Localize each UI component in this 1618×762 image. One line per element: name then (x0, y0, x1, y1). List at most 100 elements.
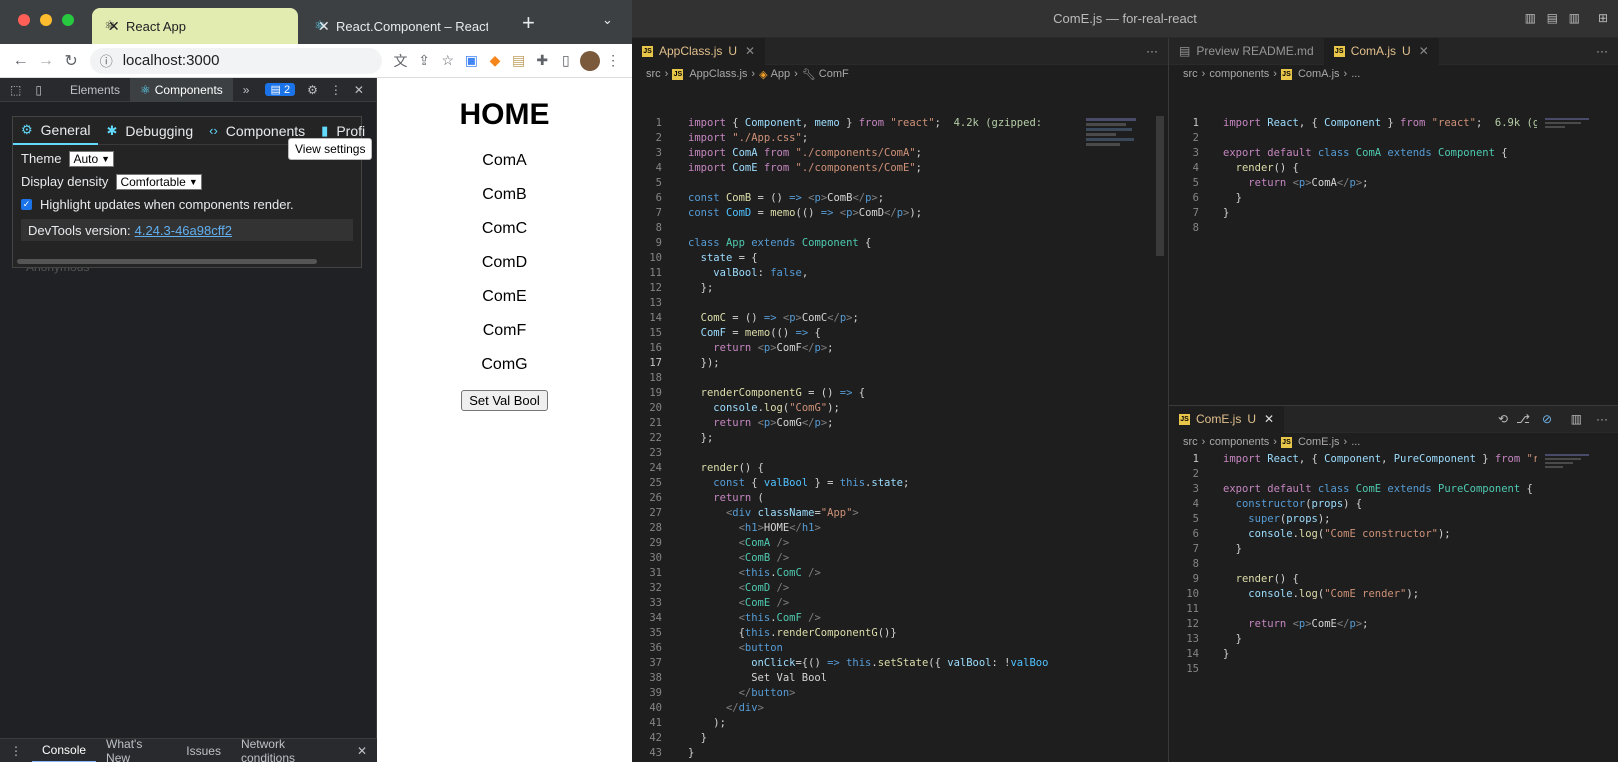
drawer-tab-console[interactable]: Console (32, 739, 97, 762)
info-icon[interactable]: ⓘ (100, 51, 113, 70)
editor-more-icon[interactable]: ··· (1146, 44, 1158, 58)
tab-preview-readme[interactable]: ▤ Preview README.md (1169, 38, 1324, 65)
back-icon[interactable]: ← (8, 47, 33, 75)
layout-panel-icon[interactable]: ▤ (1547, 11, 1558, 25)
close-devtools-icon[interactable]: ✕ (348, 78, 370, 102)
tab-elements[interactable]: Elements (60, 78, 130, 102)
devtools-menu-icon[interactable]: ⋮ (324, 78, 348, 102)
com-e-text: ComE (482, 288, 527, 305)
gear-icon[interactable]: ⚙ (301, 78, 324, 102)
device-toggle-icon[interactable]: ▯ (31, 78, 46, 102)
share-icon[interactable]: ⇪ (413, 49, 435, 73)
drawer-tab-whats-new[interactable]: What's New (96, 737, 176, 762)
tab-components-label: Components (154, 82, 223, 97)
bookmark-star-icon[interactable]: ☆ (437, 49, 459, 73)
close-tab-icon[interactable]: ✕ (1419, 44, 1429, 58)
breadcrumb-src[interactable]: src (646, 68, 661, 80)
layout-customize-icon[interactable]: ⊞ (1598, 11, 1608, 25)
horizontal-scrollbar[interactable] (17, 259, 317, 264)
breadcrumb-more[interactable]: ... (1351, 68, 1360, 80)
minimap-right-bottom[interactable] (1543, 452, 1603, 482)
extensions-puzzle-icon[interactable]: ✚ (531, 49, 553, 73)
chart-icon: ▮ (321, 122, 329, 138)
close-tab-icon[interactable]: ✕ (318, 18, 330, 35)
breadcrumb-folder[interactable]: components (1209, 68, 1269, 80)
editor-more-icon[interactable]: ··· (1596, 412, 1608, 426)
com-f-text: ComF (482, 322, 527, 339)
set-val-bool-button[interactable]: Set Val Bool (461, 390, 548, 411)
extension-metamask-icon[interactable]: ◆ (484, 49, 506, 73)
maximize-window-button[interactable] (62, 14, 74, 26)
highlight-checkbox[interactable]: ✓ (21, 199, 32, 210)
tab-search-icon[interactable]: ⌄ (602, 12, 613, 28)
extension-clipboard-icon[interactable]: ▤ (508, 49, 530, 73)
breadcrumb-file[interactable]: ComE.js (1298, 436, 1340, 448)
breadcrumb-src[interactable]: src (1183, 68, 1198, 80)
tab-react-component[interactable]: ⚛ React.Component – React ✕ (302, 8, 498, 44)
close-tab-icon[interactable]: ✕ (108, 18, 120, 35)
menu-kebab-icon[interactable]: ⋮ (602, 49, 624, 73)
layout-secondary-icon[interactable]: ▥ (1569, 11, 1580, 25)
js-file-icon: JS (1179, 413, 1190, 425)
extension-translate-icon[interactable]: ▣ (461, 49, 483, 73)
gear-icon: ⚙ (21, 121, 33, 137)
scrollbar-left[interactable] (1156, 116, 1164, 256)
window-title: ComE.js — for-real-react (1053, 11, 1197, 26)
address-bar[interactable]: ⓘ localhost:3000 (89, 47, 382, 74)
search-icon[interactable]: ⊘ (1542, 412, 1552, 426)
tab-appclass[interactable]: JS AppClass.js U ✕ (632, 37, 766, 65)
code-editor-coma[interactable]: 12345678 import React, { Component } fro… (1169, 116, 1539, 396)
close-tab-icon[interactable]: ✕ (1264, 412, 1274, 426)
minimize-window-button[interactable] (40, 14, 52, 26)
tab-general[interactable]: ⚙ General (13, 117, 99, 145)
code-icon: ‹› (209, 123, 218, 138)
tab-components[interactable]: ⚛ Components (129, 77, 233, 102)
close-window-button[interactable] (18, 14, 30, 26)
tab-react-app[interactable]: ⚛ React App ✕ (92, 8, 298, 44)
density-row: Display density Comfortable ▼ (13, 170, 361, 193)
tab-debugging[interactable]: ✱ Debugging (98, 117, 201, 145)
inspect-icon[interactable]: ⬚ (0, 78, 31, 102)
translate-icon[interactable]: 文 (390, 49, 412, 73)
close-drawer-icon[interactable]: ✕ (347, 739, 377, 762)
version-label: DevTools version: (28, 222, 131, 238)
breadcrumb-folder[interactable]: components (1209, 436, 1269, 448)
drawer-tab-issues[interactable]: Issues (176, 739, 231, 762)
chevron-right-icon: › (1273, 68, 1277, 80)
react-icon: ⚛ (139, 82, 151, 97)
more-tabs-icon[interactable]: » (233, 78, 260, 102)
reload-icon[interactable]: ↻ (58, 47, 83, 75)
tab-come[interactable]: JS ComE.js U ✕ (1169, 405, 1285, 433)
new-tab-button[interactable]: + (522, 10, 535, 36)
sidebar-icon[interactable]: ▯ (555, 49, 577, 73)
code-editor-appclass[interactable]: 1 2 3 4 5 6 7 8 9 10 11 12 13 14 15 16 17 18 19 20 21 22 23 24 2… (632, 116, 1052, 762)
breadcrumb-file[interactable]: ComA.js (1298, 68, 1340, 80)
split-editor-icon[interactable]: ▥ (1571, 412, 1582, 426)
tab-coma[interactable]: JS ComA.js U ✕ (1323, 37, 1439, 65)
editor-tabs-left: JS AppClass.js U ✕ ··· (632, 37, 1168, 65)
issues-badge[interactable]: ▤ 2 (259, 78, 301, 102)
avatar[interactable] (579, 49, 601, 73)
minimap-left[interactable] (1084, 116, 1154, 226)
timeline-icon[interactable]: ⟲ (1498, 412, 1508, 426)
drawer-tab-network-conditions[interactable]: Network conditions (231, 737, 347, 762)
breadcrumb-more[interactable]: ... (1351, 436, 1360, 448)
density-select[interactable]: Comfortable ▼ (116, 173, 202, 190)
breadcrumb-symbol[interactable]: ComF (819, 68, 849, 80)
minimap-right-top[interactable] (1543, 116, 1603, 146)
editor-more-icon[interactable]: ··· (1596, 44, 1608, 58)
breadcrumb-file[interactable]: AppClass.js (689, 68, 747, 80)
source-control-icon[interactable]: ⎇ (1516, 412, 1530, 426)
version-link[interactable]: 4.24.3-46a98cff2 (135, 223, 232, 238)
bug-icon: ✱ (106, 122, 118, 138)
theme-select[interactable]: Auto ▼ (69, 150, 115, 167)
close-tab-icon[interactable]: ✕ (745, 44, 755, 58)
breadcrumb-src[interactable]: src (1183, 436, 1198, 448)
forward-icon[interactable]: → (33, 47, 58, 75)
editor-tabs-right-bottom: JS ComE.js U ✕ ⟲ ⎇ ⊘ ▥ ··· (1169, 405, 1618, 433)
layout-sidebar-icon[interactable]: ▥ (1525, 11, 1536, 25)
breadcrumb: src › components › JS ComE.js › ... (1169, 433, 1618, 451)
drawer-menu-icon[interactable]: ⋮ (0, 739, 32, 762)
breadcrumb-class[interactable]: App (771, 68, 791, 80)
code-editor-come[interactable]: 1 2 3 4 5 6 7 8 9 10 11 12 13 14 15 import React, { Co… (1169, 452, 1539, 752)
